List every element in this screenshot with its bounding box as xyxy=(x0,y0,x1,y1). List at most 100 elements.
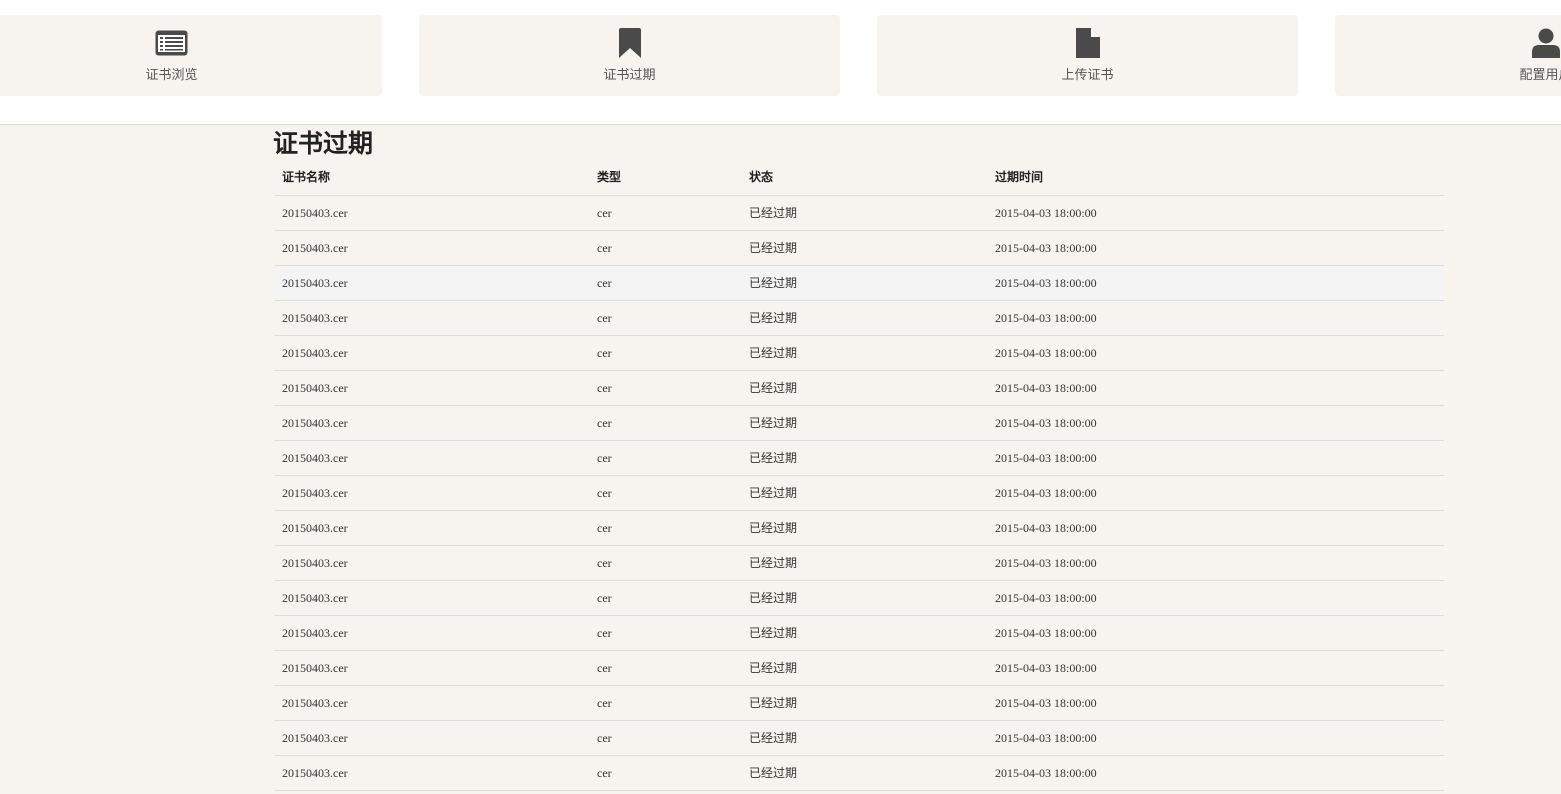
cell-type: cer xyxy=(597,276,612,290)
cell-certificate-name: 20150403.cer xyxy=(282,206,348,220)
nav-tile-label: 配置用户 xyxy=(1519,68,1561,83)
table-row[interactable]: 20150403.cer cer 已经过期 2015-04-03 18:00:00 xyxy=(274,441,1444,476)
cell-certificate-name: 20150403.cer xyxy=(282,591,348,605)
cell-certificate-name: 20150403.cer xyxy=(282,276,348,290)
cell-type: cer xyxy=(597,661,612,675)
bookmark-icon xyxy=(419,28,840,58)
cell-expiry-time: 2015-04-03 18:00:00 xyxy=(995,556,1097,570)
cell-certificate-name: 20150403.cer xyxy=(282,416,348,430)
cell-status: 已经过期 xyxy=(749,346,798,360)
cell-status: 已经过期 xyxy=(749,766,798,780)
cell-type: cer xyxy=(597,486,612,500)
cell-expiry-time: 2015-04-03 18:00:00 xyxy=(995,661,1097,675)
cell-expiry-time: 2015-04-03 18:00:00 xyxy=(995,451,1097,465)
table-row[interactable]: 20150403.cer cer 已经过期 2015-04-03 18:00:00 xyxy=(274,651,1444,686)
cell-expiry-time: 2015-04-03 18:00:00 xyxy=(995,766,1097,780)
table-row[interactable]: 20150403.cer cer 已经过期 2015-04-03 18:00:00 xyxy=(274,266,1444,301)
table-row[interactable]: 20150403.cer cer 已经过期 2015-04-03 18:00:00 xyxy=(274,231,1444,266)
table-row[interactable]: 20150403.cer cer 已经过期 2015-04-03 18:00:00 xyxy=(274,511,1444,546)
cell-status: 已经过期 xyxy=(749,416,798,430)
cell-type: cer xyxy=(597,766,612,780)
cell-expiry-time: 2015-04-03 18:00:00 xyxy=(995,696,1097,710)
cell-certificate-name: 20150403.cer xyxy=(282,731,348,745)
cell-expiry-time: 2015-04-03 18:00:00 xyxy=(995,626,1097,640)
cell-status: 已经过期 xyxy=(749,311,798,325)
cell-expiry-time: 2015-04-03 18:00:00 xyxy=(995,206,1097,220)
table-body: 20150403.cer cer 已经过期 2015-04-03 18:00:00 20… xyxy=(274,196,1444,791)
cell-certificate-name: 20150403.cer xyxy=(282,346,348,360)
cell-status: 已经过期 xyxy=(749,731,798,745)
table-row[interactable]: 20150403.cer cer 已经过期 2015-04-03 18:00:00 xyxy=(274,336,1444,371)
cell-expiry-time: 2015-04-03 18:00:00 xyxy=(995,416,1097,430)
cell-type: cer xyxy=(597,451,612,465)
main-content: 证书过期 证书名称 类型 状态 过期时间 20150403.cer cer 已经过期… xyxy=(0,125,1561,794)
column-header-status[interactable]: 状态 xyxy=(749,160,773,194)
nav-tile-label: 证书过期 xyxy=(603,68,656,83)
cell-expiry-time: 2015-04-03 18:00:00 xyxy=(995,276,1097,290)
certificate-table: 证书名称 类型 状态 过期时间 20150403.cer cer 已经过期 2015-… xyxy=(274,160,1444,791)
table-row[interactable]: 20150403.cer cer 已经过期 2015-04-03 18:00:00 xyxy=(274,581,1444,616)
cell-status: 已经过期 xyxy=(749,206,798,220)
table-row[interactable]: 20150403.cer cer 已经过期 2015-04-03 18:00:00 xyxy=(274,406,1444,441)
cell-type: cer xyxy=(597,346,612,360)
cell-status: 已经过期 xyxy=(749,696,798,710)
cell-type: cer xyxy=(597,731,612,745)
column-header-name[interactable]: 证书名称 xyxy=(282,160,330,194)
table-header-row: 证书名称 类型 状态 过期时间 xyxy=(274,160,1444,196)
cell-status: 已经过期 xyxy=(749,521,798,535)
cell-status: 已经过期 xyxy=(749,556,798,570)
cell-type: cer xyxy=(597,521,612,535)
top-navigation: 证书浏览 证书过期 上传证书 配置用户 xyxy=(0,0,1561,125)
table-row[interactable]: 20150403.cer cer 已经过期 2015-04-03 18:00:00 xyxy=(274,546,1444,581)
cell-status: 已经过期 xyxy=(749,276,798,290)
table-row[interactable]: 20150403.cer cer 已经过期 2015-04-03 18:00:00 xyxy=(274,616,1444,651)
cell-type: cer xyxy=(597,311,612,325)
cell-certificate-name: 20150403.cer xyxy=(282,311,348,325)
cell-certificate-name: 20150403.cer xyxy=(282,661,348,675)
table-row[interactable]: 20150403.cer cer 已经过期 2015-04-03 18:00:00 xyxy=(274,196,1444,231)
cell-status: 已经过期 xyxy=(749,241,798,255)
cell-certificate-name: 20150403.cer xyxy=(282,451,348,465)
table-row[interactable]: 20150403.cer cer 已经过期 2015-04-03 18:00:00 xyxy=(274,301,1444,336)
file-icon xyxy=(877,28,1298,58)
cell-type: cer xyxy=(597,241,612,255)
cell-status: 已经过期 xyxy=(749,661,798,675)
cell-status: 已经过期 xyxy=(749,591,798,605)
cell-expiry-time: 2015-04-03 18:00:00 xyxy=(995,241,1097,255)
cell-status: 已经过期 xyxy=(749,451,798,465)
table-row[interactable]: 20150403.cer cer 已经过期 2015-04-03 18:00:00 xyxy=(274,721,1444,756)
cell-expiry-time: 2015-04-03 18:00:00 xyxy=(995,346,1097,360)
cell-expiry-time: 2015-04-03 18:00:00 xyxy=(995,381,1097,395)
table-row[interactable]: 20150403.cer cer 已经过期 2015-04-03 18:00:00 xyxy=(274,686,1444,721)
cell-certificate-name: 20150403.cer xyxy=(282,766,348,780)
column-header-type[interactable]: 类型 xyxy=(597,160,621,194)
cell-status: 已经过期 xyxy=(749,486,798,500)
cell-type: cer xyxy=(597,206,612,220)
nav-tile-configure-users[interactable]: 配置用户 xyxy=(1335,15,1561,96)
nav-tile-browse-certificates[interactable]: 证书浏览 xyxy=(0,15,382,96)
cell-certificate-name: 20150403.cer xyxy=(282,556,348,570)
cell-expiry-time: 2015-04-03 18:00:00 xyxy=(995,521,1097,535)
cell-type: cer xyxy=(597,556,612,570)
cell-expiry-time: 2015-04-03 18:00:00 xyxy=(995,311,1097,325)
cell-certificate-name: 20150403.cer xyxy=(282,626,348,640)
cell-certificate-name: 20150403.cer xyxy=(282,486,348,500)
table-row[interactable]: 20150403.cer cer 已经过期 2015-04-03 18:00:00 xyxy=(274,476,1444,511)
cell-status: 已经过期 xyxy=(749,381,798,395)
cell-type: cer xyxy=(597,416,612,430)
cell-type: cer xyxy=(597,591,612,605)
nav-tile-expired-certificates[interactable]: 证书过期 xyxy=(419,15,840,96)
cell-type: cer xyxy=(597,696,612,710)
cell-expiry-time: 2015-04-03 18:00:00 xyxy=(995,486,1097,500)
nav-tile-label: 证书浏览 xyxy=(145,68,198,83)
cell-type: cer xyxy=(597,626,612,640)
cell-expiry-time: 2015-04-03 18:00:00 xyxy=(995,731,1097,745)
cell-certificate-name: 20150403.cer xyxy=(282,521,348,535)
cell-type: cer xyxy=(597,381,612,395)
column-header-expiry-time[interactable]: 过期时间 xyxy=(995,160,1043,194)
table-row[interactable]: 20150403.cer cer 已经过期 2015-04-03 18:00:00 xyxy=(274,756,1444,791)
nav-tile-upload-certificate[interactable]: 上传证书 xyxy=(877,15,1298,96)
table-row[interactable]: 20150403.cer cer 已经过期 2015-04-03 18:00:00 xyxy=(274,371,1444,406)
page-title: 证书过期 xyxy=(273,129,374,158)
cell-status: 已经过期 xyxy=(749,626,798,640)
